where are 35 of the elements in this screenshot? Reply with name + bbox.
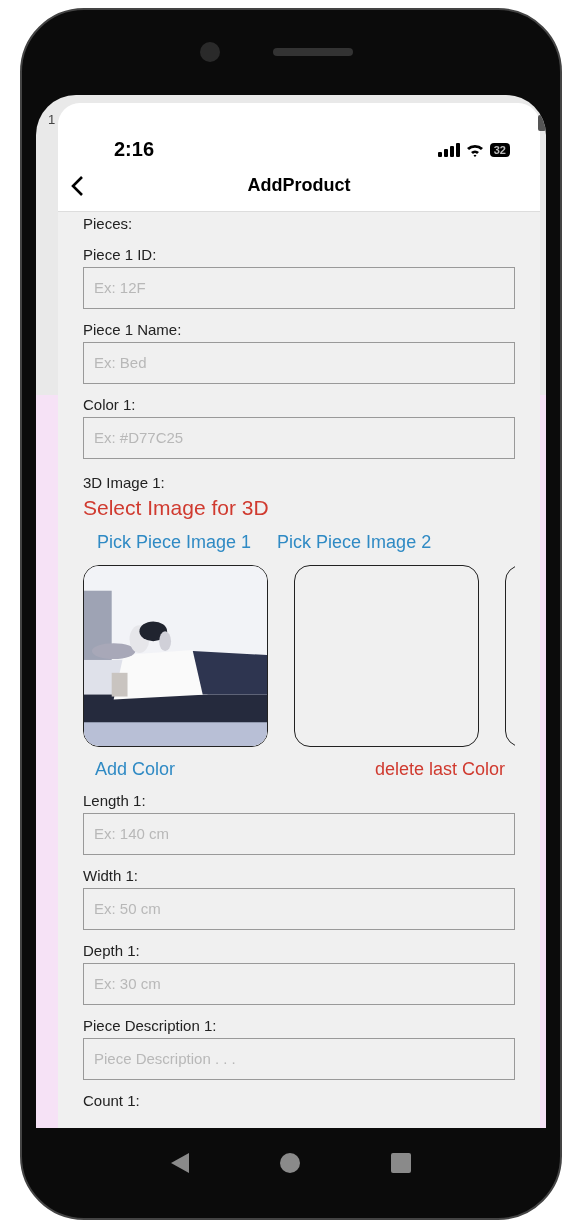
- field-label: Width 1:: [83, 865, 140, 886]
- add-color-button[interactable]: Add Color: [95, 758, 176, 780]
- field-label: Piece 1 ID:: [83, 244, 158, 265]
- pick-image-button[interactable]: Pick Piece Image 1: [97, 531, 252, 553]
- back-icon[interactable]: [70, 174, 84, 197]
- battery-indicator: 32: [489, 142, 510, 157]
- field-label: Piece Description 1:: [83, 1015, 218, 1036]
- field-label: Piece 1 Name:: [83, 319, 183, 340]
- signal-icon: [437, 142, 460, 157]
- field-label: Depth 1:: [83, 940, 141, 961]
- camera-icon: [199, 41, 221, 64]
- status-time: 2:16: [114, 137, 155, 161]
- delete-color-button[interactable]: delete last Color: [374, 758, 505, 780]
- speaker-icon: [273, 48, 353, 57]
- input-field[interactable]: Ex: Bed: [83, 341, 515, 384]
- input-field[interactable]: Ex: 30 cm: [83, 962, 515, 1005]
- background-status-text: 1: [48, 111, 56, 127]
- back-icon[interactable]: [171, 1153, 190, 1173]
- home-icon[interactable]: [280, 1153, 300, 1173]
- select-image-link[interactable]: Select Image for 3D: [83, 495, 540, 520]
- screen-title: AddProduct: [247, 175, 351, 197]
- input-field[interactable]: Ex: #D77C25: [83, 416, 515, 459]
- field-label: 3D Image 1:: [83, 472, 166, 493]
- field-label: Count 1:: [83, 1090, 141, 1111]
- recents-icon[interactable]: [390, 1153, 411, 1173]
- section-label: Pieces:: [83, 213, 134, 234]
- input-field[interactable]: Ex: 50 cm: [83, 887, 515, 930]
- battery-icon: [538, 114, 546, 131]
- wifi-icon: [465, 142, 484, 157]
- pick-image-button[interactable]: Pick Piece Image 2: [277, 531, 432, 553]
- field-label: Length 1:: [83, 790, 147, 811]
- input-field[interactable]: Piece Description . . .: [83, 1037, 515, 1080]
- input-field[interactable]: Ex: 140 cm: [83, 812, 515, 855]
- field-label: Color 1:: [83, 394, 137, 415]
- input-field[interactable]: Ex: 12F: [83, 266, 515, 309]
